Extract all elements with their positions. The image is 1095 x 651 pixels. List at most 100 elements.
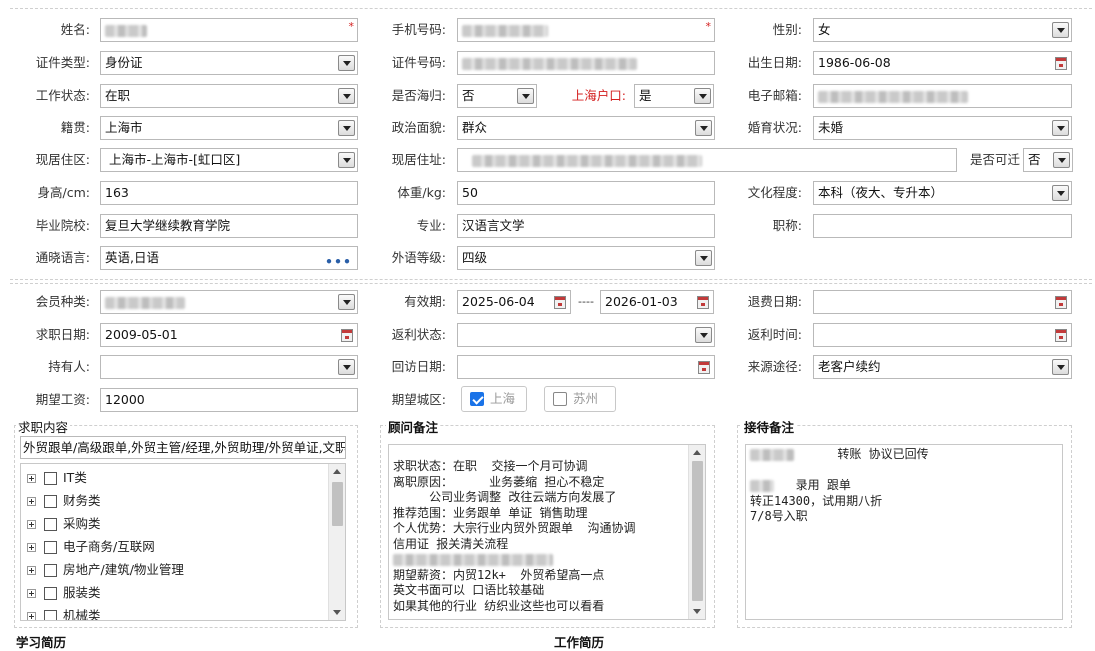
email-field[interactable] (813, 84, 1072, 108)
checkbox-icon[interactable] (44, 472, 57, 485)
school-field[interactable]: 复旦大学继续教育学院 (100, 214, 358, 238)
rebate-status-select[interactable] (457, 323, 715, 347)
city-checkbox-shanghai[interactable]: 上海 (461, 386, 527, 412)
id-number-field[interactable] (457, 51, 715, 75)
member-type-select[interactable] (100, 290, 358, 314)
validity-end-field[interactable]: 2026-01-03 (600, 290, 714, 314)
calendar-icon[interactable] (341, 329, 353, 342)
chevron-down-icon[interactable] (338, 55, 355, 71)
revisit-date-field[interactable] (457, 355, 715, 379)
expand-icon[interactable] (27, 497, 36, 506)
expand-icon[interactable] (27, 612, 36, 620)
tree-item-realestate[interactable]: 房地产/建筑/物业管理 (27, 559, 184, 581)
checkbox-icon[interactable] (44, 564, 57, 577)
major-field[interactable]: 汉语言文学 (457, 214, 715, 238)
lang-level-select[interactable]: 四级 (457, 246, 715, 270)
required-mark: * (705, 20, 712, 33)
chevron-down-icon[interactable] (694, 88, 711, 104)
calendar-icon[interactable] (697, 296, 709, 309)
expand-icon[interactable] (27, 589, 36, 598)
id-type-select[interactable]: 身份证 (100, 51, 358, 75)
tree-item-machinery[interactable]: 机械类 (27, 605, 101, 620)
birth-date-field[interactable]: 1986-06-08 (813, 51, 1072, 75)
chevron-down-icon[interactable] (338, 359, 355, 375)
calendar-icon[interactable] (698, 361, 710, 374)
marital-select[interactable]: 未婚 (813, 116, 1072, 140)
political-select[interactable]: 群众 (457, 116, 715, 140)
expand-icon[interactable] (27, 520, 36, 529)
tree-item-it[interactable]: IT类 (27, 467, 87, 489)
expand-icon[interactable] (27, 543, 36, 552)
hukou-select[interactable]: 是 (634, 84, 714, 108)
gender-select[interactable]: 女 (813, 18, 1072, 42)
work-status-select[interactable]: 在职 (100, 84, 358, 108)
reception-note-textarea[interactable]: 转账 协议已回传 录用 跟单 转正14300，试用期八折 7/8号入职 (745, 444, 1063, 620)
checkbox-checked-icon[interactable] (470, 391, 484, 406)
expand-icon[interactable] (27, 566, 36, 575)
scroll-down-icon[interactable] (693, 609, 701, 614)
relocate-select[interactable]: 否 (1023, 148, 1073, 172)
overseas-select[interactable]: 否 (457, 84, 537, 108)
chevron-down-icon[interactable] (338, 88, 355, 104)
height-field[interactable]: 163 (100, 181, 358, 205)
calendar-icon[interactable] (1055, 296, 1067, 309)
checkbox-icon[interactable] (44, 587, 57, 600)
source-select[interactable]: 老客户续约 (813, 355, 1072, 379)
checkbox-icon[interactable] (44, 610, 57, 620)
checkbox-icon[interactable] (44, 495, 57, 508)
chevron-down-icon[interactable] (517, 88, 534, 104)
chevron-down-icon[interactable] (338, 120, 355, 136)
residence-select[interactable]: 上海市-上海市-[虹口区] (100, 148, 358, 172)
tree-scrollbar[interactable] (328, 464, 345, 620)
chevron-down-icon[interactable] (1053, 152, 1070, 168)
chevron-down-icon[interactable] (695, 120, 712, 136)
more-options-icon[interactable]: ••• (325, 251, 352, 269)
note-line-text: 转账 协议已回传 (794, 447, 929, 461)
calendar-icon[interactable] (1055, 57, 1067, 70)
chevron-down-icon[interactable] (338, 152, 355, 168)
scroll-down-icon[interactable] (333, 610, 341, 615)
chevron-down-icon[interactable] (1052, 22, 1069, 38)
expand-icon[interactable] (27, 474, 36, 483)
note-scrollbar[interactable] (688, 445, 705, 619)
language-field[interactable]: 英语,日语 ••• (100, 246, 358, 270)
chevron-down-icon[interactable] (1052, 359, 1069, 375)
checkbox-icon[interactable] (44, 518, 57, 531)
scroll-up-icon[interactable] (693, 450, 701, 455)
checkbox-icon[interactable] (44, 541, 57, 554)
holder-select[interactable] (100, 355, 358, 379)
tree-item-ecommerce[interactable]: 电子商务/互联网 (27, 536, 155, 558)
calendar-icon[interactable] (1055, 329, 1067, 342)
refund-date-field[interactable] (813, 290, 1072, 314)
job-category-tree: IT类 财务类 采购类 电子商务/互联网 房地产/建筑/物业管理 服装类 机械类 (20, 463, 346, 621)
city-checkbox-suzhou[interactable]: 苏州 (544, 386, 616, 412)
address-field[interactable] (457, 148, 957, 172)
chevron-down-icon[interactable] (1052, 185, 1069, 201)
tree-item-purchasing[interactable]: 采购类 (27, 513, 101, 535)
rebate-time-field[interactable] (813, 323, 1072, 347)
name-field[interactable]: * (100, 18, 358, 42)
weight-field[interactable]: 50 (457, 181, 715, 205)
job-content-summary[interactable]: 外贸跟单/高级跟单,外贸主管/经理,外贸助理/外贸单证,文职 (20, 436, 346, 459)
calendar-icon[interactable] (554, 296, 566, 309)
consultant-note-textarea[interactable]: 求职状态：在职 交接一个月可协调 离职原因： 业务萎缩 担心不稳定 公司业务调整… (388, 444, 706, 620)
chevron-down-icon[interactable] (338, 294, 355, 310)
redacted-address (472, 154, 702, 167)
scroll-up-icon[interactable] (333, 469, 341, 474)
tree-item-finance[interactable]: 财务类 (27, 490, 101, 512)
salary-field[interactable]: 12000 (100, 388, 358, 412)
chevron-down-icon[interactable] (1052, 120, 1069, 136)
education-select[interactable]: 本科（夜大、专升本） (813, 181, 1072, 205)
native-select[interactable]: 上海市 (100, 116, 358, 140)
job-title-field[interactable] (813, 214, 1072, 238)
scroll-thumb[interactable] (692, 461, 703, 601)
checkbox-unchecked-icon[interactable] (553, 391, 567, 406)
phone-field[interactable]: * (457, 18, 715, 42)
scroll-thumb[interactable] (332, 482, 343, 526)
validity-start-field[interactable]: 2025-06-04 (457, 290, 571, 314)
note-line: 推荐范围：业务跟单 单证 销售助理 (393, 505, 588, 520)
job-date-field[interactable]: 2009-05-01 (100, 323, 358, 347)
chevron-down-icon[interactable] (695, 327, 712, 343)
tree-item-clothing[interactable]: 服装类 (27, 582, 101, 604)
chevron-down-icon[interactable] (695, 250, 712, 266)
